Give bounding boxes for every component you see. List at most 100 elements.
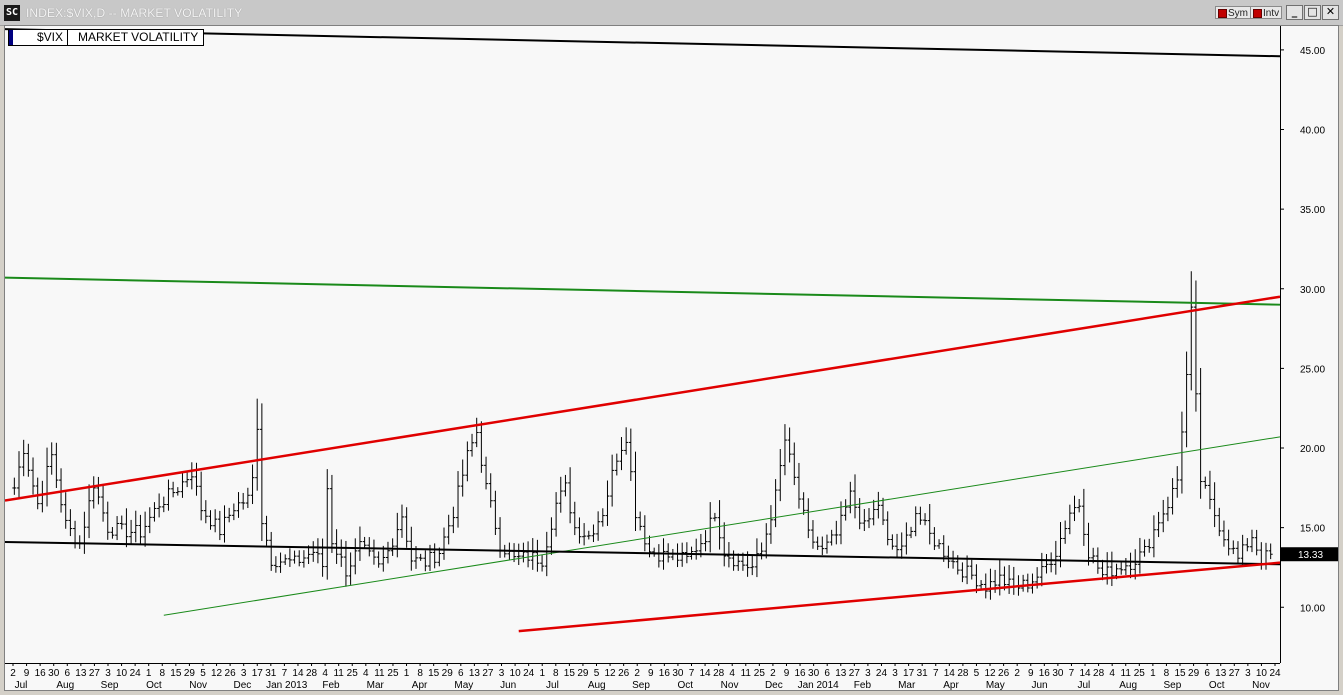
price-bar — [152, 502, 157, 522]
price-bar — [348, 552, 353, 585]
date-axis-label: 13 — [1215, 668, 1227, 679]
price-bar — [815, 536, 820, 550]
date-axis-label: 15 — [428, 668, 440, 679]
date-axis-label: 26 — [998, 668, 1010, 679]
date-axis-label: 13 — [835, 668, 847, 679]
date-axis-label: 2 — [634, 668, 640, 679]
date-axis-label: 24 — [523, 668, 535, 679]
date-axis-label: 3 — [865, 668, 871, 679]
price-bar — [983, 573, 988, 599]
date-axis-label: 28 — [713, 668, 725, 679]
date-axis-label: 5 — [200, 668, 206, 679]
price-bar — [1081, 488, 1086, 546]
price-bar — [1109, 551, 1114, 587]
price-bar — [329, 474, 334, 553]
month-axis-label: Jan 2014 — [798, 680, 840, 691]
price-bar — [1170, 478, 1175, 515]
price-bar — [1105, 552, 1110, 585]
date-axis-label: 4 — [363, 668, 369, 679]
price-bar — [549, 517, 554, 555]
month-axis-label: Aug — [56, 680, 74, 691]
price-bar — [189, 462, 194, 490]
price-bar — [255, 398, 260, 491]
price-bar — [1212, 482, 1217, 528]
month-axis-label: Jan 2013 — [266, 680, 308, 691]
date-axis-label: 11 — [1121, 668, 1132, 679]
date-axis-label: 9 — [648, 668, 654, 679]
intv-toggle-label: Intv — [1263, 8, 1280, 19]
date-axis-label: 25 — [1134, 668, 1146, 679]
price-bar — [63, 492, 68, 529]
date-axis-label: 15 — [564, 668, 576, 679]
price-bar — [1193, 280, 1198, 412]
date-axis-label: 2 — [10, 668, 16, 679]
price-bar — [451, 506, 456, 534]
price-bar — [199, 471, 204, 521]
price-bar — [96, 476, 101, 505]
price-bar — [638, 511, 643, 531]
price-bar — [904, 522, 909, 555]
month-axis-label: May — [454, 680, 473, 691]
price-bar — [1156, 511, 1161, 538]
date-axis-label: 26 — [225, 668, 237, 679]
price-axis-label: 40.00 — [1300, 126, 1325, 137]
maximize-button[interactable]: □ — [1304, 5, 1321, 20]
chart-panel[interactable]: 10.00 15.00 20.00 25.00 30.00 35.00 40.00 45.00… — [4, 25, 1339, 691]
price-bar — [885, 511, 890, 546]
price-bar — [946, 545, 951, 569]
price-bar — [217, 510, 222, 541]
price-bar — [806, 498, 811, 539]
date-axis-label: 28 — [1093, 668, 1105, 679]
price-bar — [717, 500, 722, 550]
vix-price-chart[interactable]: 10.00 15.00 20.00 25.00 30.00 35.00 40.00 45.00… — [5, 26, 1339, 691]
date-axis-label: 3 — [241, 668, 247, 679]
price-bar — [395, 512, 400, 558]
window-title: INDEX:$VIX,D -- MARKET VOLATILITY — [26, 6, 243, 20]
sym-toggle-indicator-icon — [1218, 9, 1227, 18]
price-bar — [787, 427, 792, 463]
price-bar — [1189, 271, 1194, 391]
app-icon: SC — [4, 5, 20, 21]
price-bar — [1053, 540, 1058, 575]
price-bar — [287, 548, 292, 567]
price-bar — [479, 421, 484, 473]
sym-toggle[interactable]: Sym — [1215, 6, 1251, 19]
date-axis-label: 7 — [933, 668, 939, 679]
date-axis-label: 8 — [1164, 668, 1170, 679]
date-axis-label: 17 — [252, 668, 264, 679]
intv-toggle-indicator-icon — [1253, 9, 1262, 18]
sym-toggle-label: Sym — [1228, 8, 1248, 19]
date-axis-label: 11 — [741, 668, 752, 679]
minimize-button[interactable]: _ — [1286, 5, 1303, 20]
date-axis-label: 16 — [794, 668, 806, 679]
price-bar — [180, 472, 185, 498]
date-axis-label: 16 — [1039, 668, 1051, 679]
price-bar — [101, 483, 106, 522]
price-bar — [731, 550, 736, 571]
intv-toggle[interactable]: Intv — [1250, 6, 1283, 19]
price-bar — [241, 492, 246, 510]
price-bar — [1207, 470, 1212, 510]
price-bar — [1184, 351, 1189, 448]
price-bar — [236, 492, 241, 518]
price-axis-label: 30.00 — [1300, 285, 1325, 296]
price-bar — [586, 530, 591, 540]
last-price-label: 13.33 — [1298, 550, 1323, 561]
price-bar — [264, 515, 269, 546]
price-bar — [357, 526, 362, 561]
price-bar — [605, 480, 610, 526]
price-bar — [951, 550, 956, 569]
price-bar — [960, 562, 965, 583]
price-bar — [1007, 565, 1012, 594]
price-bar — [526, 541, 531, 568]
symbol-legend[interactable]: $VIX MARKET VOLATILITY — [8, 29, 205, 46]
price-bar — [474, 417, 479, 448]
month-axis-label: Oct — [1209, 680, 1225, 691]
price-axis: 10.00 15.00 20.00 25.00 30.00 35.00 40.00 45.00… — [1280, 26, 1338, 690]
close-button[interactable]: ✕ — [1322, 5, 1339, 20]
price-bar — [1226, 529, 1231, 556]
price-bar — [554, 492, 559, 537]
price-bar — [371, 539, 376, 565]
price-bar — [292, 550, 297, 564]
month-axis-label: Aug — [588, 680, 606, 691]
